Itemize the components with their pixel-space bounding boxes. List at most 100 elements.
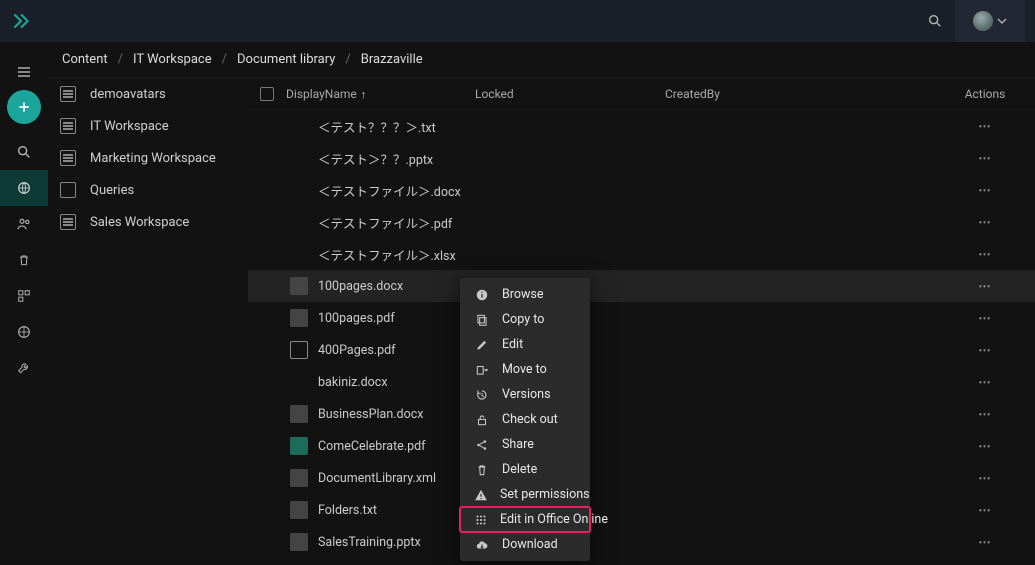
user-menu[interactable]	[955, 0, 1025, 42]
table-row[interactable]: ＜テストファイル＞.xlsx⋯	[248, 238, 1035, 270]
file-name: ＜テスト？？？＞.txt	[318, 117, 436, 136]
rail-users-button[interactable]	[0, 206, 48, 242]
row-actions-button[interactable]: ⋯	[978, 310, 992, 326]
cloud-icon	[474, 538, 490, 552]
search-icon	[927, 13, 943, 29]
column-displayname[interactable]: DisplayName↑	[286, 87, 475, 101]
chevron-down-icon	[997, 16, 1007, 26]
hamburger-button[interactable]	[0, 54, 48, 90]
row-actions-button[interactable]: ⋯	[978, 342, 992, 358]
file-name: 100pages.pdf	[318, 311, 395, 326]
tree-item-queries[interactable]: Queries	[48, 174, 248, 206]
row-actions-button[interactable]: ⋯	[978, 214, 992, 230]
header-search-button[interactable]	[915, 0, 955, 42]
breadcrumb-part[interactable]: Document library	[237, 52, 335, 67]
table-row[interactable]: ＜テストファイル＞.pdf⋯	[248, 206, 1035, 238]
row-actions-button[interactable]: ⋯	[978, 470, 992, 486]
file-icon	[290, 117, 308, 135]
context-menu-label: Edit	[502, 337, 523, 352]
table-row[interactable]: bakiniz.docx⋯	[248, 366, 1035, 398]
breadcrumb-separator: /	[222, 52, 227, 67]
rail-content-button[interactable]	[0, 170, 48, 206]
file-icon	[290, 373, 308, 391]
table-row[interactable]: DocumentLibrary.xml ⋯	[248, 462, 1035, 494]
row-actions-button[interactable]: ⋯	[978, 150, 992, 166]
workspace-icon	[60, 214, 76, 230]
table-row[interactable]: ＜テストファイル＞.docx⋯	[248, 174, 1035, 206]
context-menu-item-set-permissions[interactable]: Set permissions	[460, 482, 590, 507]
tree-item-it-workspace[interactable]: IT Workspace	[48, 110, 248, 142]
breadcrumb-part[interactable]: Brazzaville	[361, 52, 423, 67]
context-menu-label: Move to	[502, 362, 547, 377]
widgets-icon	[17, 289, 31, 303]
file-name: 400Pages.pdf	[318, 343, 396, 358]
tree-item-sales-workspace[interactable]: Sales Workspace	[48, 206, 248, 238]
rail-localization-button[interactable]	[0, 314, 48, 350]
row-actions-button[interactable]: ⋯	[978, 374, 992, 390]
context-menu-item-versions[interactable]: Versions	[460, 382, 590, 407]
context-menu-label: Delete	[502, 462, 537, 477]
breadcrumb: Content / IT Workspace / Document librar…	[48, 42, 1035, 78]
breadcrumb-part[interactable]: IT Workspace	[133, 52, 212, 67]
table-row[interactable]: Folders.txt ⋯	[248, 494, 1035, 526]
context-menu-item-browse[interactable]: Browse	[460, 282, 590, 307]
row-actions-button[interactable]: ⋯	[978, 278, 992, 294]
context-menu-label: Edit in Office Online	[500, 512, 608, 527]
context-menu-item-delete[interactable]: Delete	[460, 457, 590, 482]
table-row[interactable]: 400Pages.pdf ⋯	[248, 334, 1035, 366]
row-actions-button[interactable]: ⋯	[978, 118, 992, 134]
column-locked[interactable]: Locked	[475, 87, 665, 101]
table-row[interactable]: 100pages.docx⋯	[248, 270, 1035, 302]
row-actions-button[interactable]: ⋯	[978, 182, 992, 198]
row-actions-button[interactable]: ⋯	[978, 406, 992, 422]
language-icon	[16, 324, 32, 340]
table-row[interactable]: BusinessPlan.docx⋯	[248, 398, 1035, 430]
lock-icon	[474, 413, 490, 427]
add-button[interactable]	[7, 90, 41, 124]
context-menu-item-check-out[interactable]: Check out	[460, 407, 590, 432]
workspace-tree: demoavatars IT Workspace Marketing Works…	[48, 78, 248, 565]
context-menu-item-copy-to[interactable]: Copy to	[460, 307, 590, 332]
rail-setup-button[interactable]	[0, 350, 48, 386]
rail-trash-button[interactable]	[0, 242, 48, 278]
file-icon	[290, 245, 308, 263]
context-menu-item-share[interactable]: Share	[460, 432, 590, 457]
rail-widgets-button[interactable]	[0, 278, 48, 314]
tree-item-marketing-workspace[interactable]: Marketing Workspace	[48, 142, 248, 174]
file-name: DocumentLibrary.xml	[318, 471, 436, 486]
file-name: Folders.txt	[318, 503, 377, 518]
column-createdby[interactable]: CreatedBy	[665, 87, 935, 101]
context-menu-label: Browse	[502, 287, 544, 302]
context-menu-item-edit-in-office-online[interactable]: Edit in Office Online	[460, 507, 590, 532]
file-thumbnail	[290, 469, 308, 487]
file-name: ComeCelebrate.pdf	[318, 439, 426, 454]
context-menu-item-move-to[interactable]: Move to	[460, 357, 590, 382]
tree-item-label: Queries	[90, 183, 134, 198]
menu-icon	[16, 64, 32, 80]
tree-item-demoavatars[interactable]: demoavatars	[48, 78, 248, 110]
nav-rail	[0, 42, 48, 565]
breadcrumb-part[interactable]: Content	[62, 52, 108, 67]
file-thumbnail	[290, 533, 308, 551]
users-icon	[16, 216, 32, 232]
tree-item-label: Sales Workspace	[90, 215, 189, 230]
table-row[interactable]: ComeCelebrate.pdf ⋯	[248, 430, 1035, 462]
app-logo[interactable]	[10, 10, 32, 32]
table-row[interactable]: SalesTraining.pptx⋯	[248, 526, 1035, 558]
app-header	[0, 0, 1035, 42]
row-actions-button[interactable]: ⋯	[978, 246, 992, 262]
move-icon	[474, 363, 490, 377]
table-row[interactable]: 100pages.pdf ⋯	[248, 302, 1035, 334]
row-actions-button[interactable]: ⋯	[978, 438, 992, 454]
context-menu-item-download[interactable]: Download	[460, 532, 590, 557]
select-all-checkbox[interactable]	[260, 87, 274, 101]
edit-icon	[474, 338, 490, 352]
table-row[interactable]: ＜テスト？？？＞.txt ⋯	[248, 110, 1035, 142]
table-row[interactable]: ＜テスト＞？？.pptx ⋯	[248, 142, 1035, 174]
file-name: ＜テスト＞？？.pptx	[318, 149, 433, 168]
context-menu-item-edit[interactable]: Edit	[460, 332, 590, 357]
rail-search-button[interactable]	[0, 134, 48, 170]
context-menu-label: Check out	[502, 412, 558, 427]
row-actions-button[interactable]: ⋯	[978, 534, 992, 550]
row-actions-button[interactable]: ⋯	[978, 502, 992, 518]
